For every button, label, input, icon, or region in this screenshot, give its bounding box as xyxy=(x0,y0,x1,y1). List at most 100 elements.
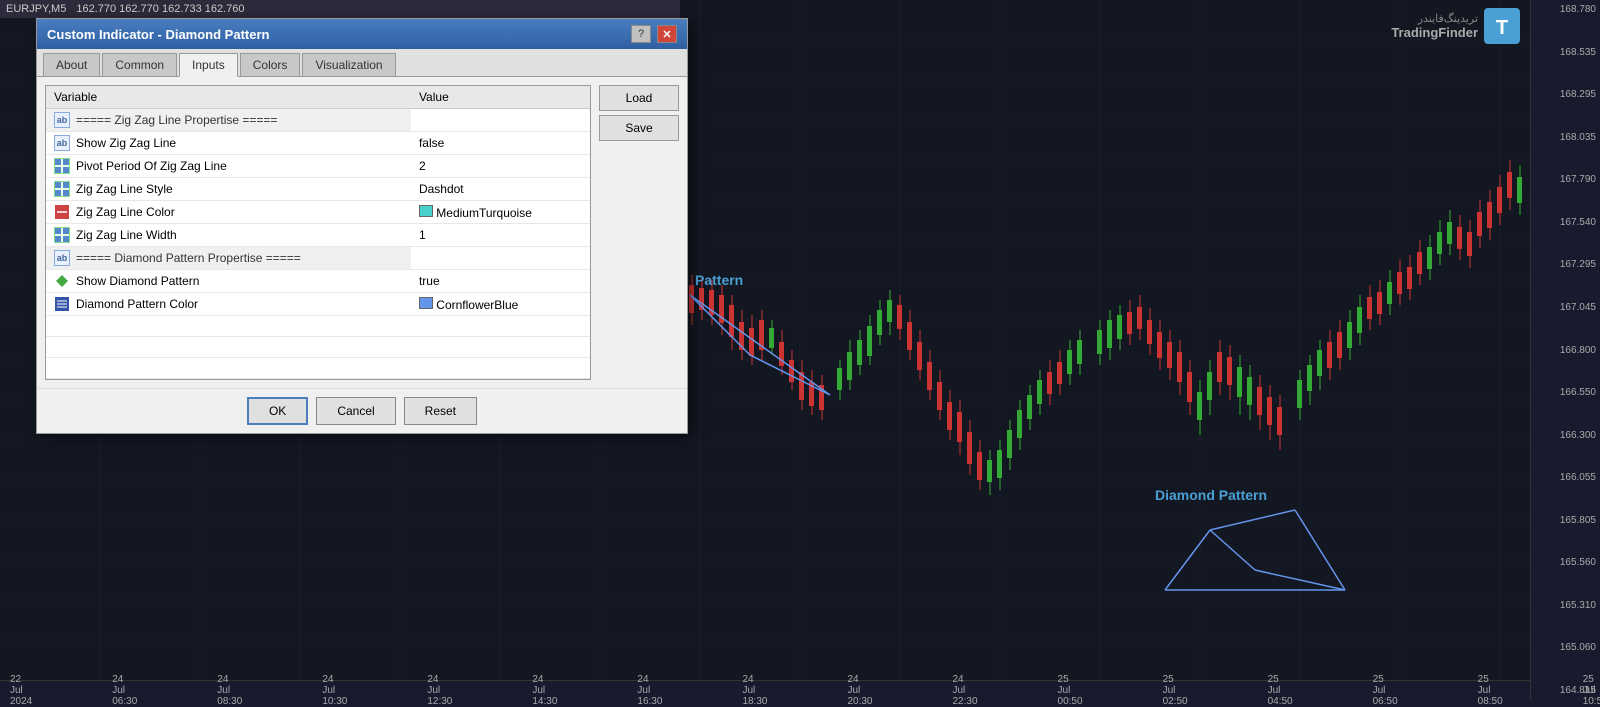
table-row-empty xyxy=(46,337,590,358)
row-variable: Zig Zag Line Style xyxy=(46,178,411,200)
row-variable: Zig Zag Line Width xyxy=(46,224,411,246)
col-value: Value xyxy=(411,86,590,109)
row-value[interactable]: 1 xyxy=(411,224,590,247)
time-label: 25 Jul 06:50 xyxy=(1373,674,1398,707)
time-label: 22 Jul 2024 xyxy=(10,674,32,707)
row-icon-ab: ab xyxy=(54,250,70,266)
row-value[interactable]: true xyxy=(411,270,590,293)
row-icon xyxy=(54,204,70,220)
time-label: 25 Jul 08:50 xyxy=(1478,674,1503,707)
row-icon: ab xyxy=(54,135,70,151)
row-label: Zig Zag Line Style xyxy=(76,182,173,196)
chart-title-bar: EURJPY,M5 162.770 162.770 162.733 162.76… xyxy=(0,0,680,18)
table-row[interactable]: Zig Zag Line Width 1 xyxy=(46,224,590,247)
params-table-area: Variable Value ab ===== Zig Zag Line Pro… xyxy=(45,85,591,380)
price-label: 165.560 xyxy=(1535,557,1596,568)
reset-button[interactable]: Reset xyxy=(404,397,477,425)
price-label: 166.800 xyxy=(1535,345,1596,356)
table-row[interactable]: ab Show Zig Zag Line false xyxy=(46,132,590,155)
table-row[interactable]: Diamond Pattern Color CornflowerBlue xyxy=(46,293,590,316)
row-icon xyxy=(54,158,70,174)
time-label: 25 Jul 04:50 xyxy=(1268,674,1293,707)
logo-english: TradingFinder xyxy=(1391,25,1478,40)
help-button[interactable]: ? xyxy=(631,25,651,43)
price-label: 166.550 xyxy=(1535,387,1596,398)
tab-about[interactable]: About xyxy=(43,53,100,76)
dialog-tabs: About Common Inputs Colors Visualization xyxy=(37,49,687,77)
row-value[interactable]: MediumTurquoise xyxy=(411,201,590,224)
time-label: 24 Jul 12:30 xyxy=(427,674,452,707)
logo-arabic: تریدینگ‌فایندر xyxy=(1391,12,1478,25)
price-axis: 168.780 168.535 168.295 168.035 167.790 … xyxy=(1530,0,1600,700)
row-label: Zig Zag Line Color xyxy=(76,205,175,219)
row-value[interactable]: false xyxy=(411,132,590,155)
price-label: 166.055 xyxy=(1535,472,1596,483)
color-name: MediumTurquoise xyxy=(436,206,532,220)
price-label: 165.060 xyxy=(1535,642,1596,653)
table-header-row: Variable Value xyxy=(46,86,590,109)
save-button[interactable]: Save xyxy=(599,115,679,141)
price-label: 166.300 xyxy=(1535,430,1596,441)
row-icon xyxy=(54,227,70,243)
tab-colors[interactable]: Colors xyxy=(240,53,301,76)
row-label: Diamond Pattern Color xyxy=(76,297,198,311)
row-variable: Diamond Pattern Color xyxy=(46,293,411,315)
row-value[interactable]: Dashdot xyxy=(411,178,590,201)
row-icon xyxy=(54,181,70,197)
logo-area: تریدینگ‌فایندر TradingFinder T xyxy=(1391,8,1520,44)
row-label: Show Zig Zag Line xyxy=(76,136,176,150)
svg-text:Pattern: Pattern xyxy=(695,272,743,288)
time-label: 24 Jul 10:30 xyxy=(322,674,347,707)
price-label: 167.790 xyxy=(1535,174,1596,185)
logo-icon: T xyxy=(1484,8,1520,44)
time-axis: 22 Jul 2024 24 Jul 06:30 24 Jul 08:30 24… xyxy=(0,680,1530,700)
time-label: 24 Jul 08:30 xyxy=(217,674,242,707)
table-row-empty xyxy=(46,316,590,337)
price-label: 168.035 xyxy=(1535,132,1596,143)
load-button[interactable]: Load xyxy=(599,85,679,111)
time-label: 24 Jul 16:30 xyxy=(637,674,662,707)
section-label: ab ===== Zig Zag Line Propertise ===== xyxy=(46,109,411,131)
chart-symbol: EURJPY,M5 xyxy=(6,3,66,15)
tab-visualization[interactable]: Visualization xyxy=(302,53,395,76)
price-label: 168.780 xyxy=(1535,4,1596,15)
row-label: Show Diamond Pattern xyxy=(76,274,199,288)
color-swatch-turquoise[interactable] xyxy=(419,205,433,217)
time-label: 24 Jul 14:30 xyxy=(532,674,557,707)
cancel-button[interactable]: Cancel xyxy=(316,397,395,425)
table-row: ab ===== Zig Zag Line Propertise ===== xyxy=(46,109,590,132)
time-label: 25 Jul 00:50 xyxy=(1058,674,1083,707)
dialog-titlebar: Custom Indicator - Diamond Pattern ? ✕ xyxy=(37,19,687,49)
section-label: ab ===== Diamond Pattern Propertise ====… xyxy=(46,247,411,269)
table-row-empty xyxy=(46,358,590,379)
price-label: 165.310 xyxy=(1535,600,1596,611)
table-row: ab ===== Diamond Pattern Propertise ====… xyxy=(46,247,590,270)
col-variable: Variable xyxy=(46,86,411,109)
row-icon xyxy=(54,296,70,312)
table-row[interactable]: Pivot Period Of Zig Zag Line 2 xyxy=(46,155,590,178)
ok-button[interactable]: OK xyxy=(247,397,308,425)
section-text: ===== Zig Zag Line Propertise ===== xyxy=(76,113,277,127)
row-label: Zig Zag Line Width xyxy=(76,228,177,242)
color-name: CornflowerBlue xyxy=(436,298,518,312)
tab-common[interactable]: Common xyxy=(102,53,177,76)
svg-text:T: T xyxy=(1496,17,1508,39)
dialog-content: Variable Value ab ===== Zig Zag Line Pro… xyxy=(37,77,687,388)
time-label: 24 Jul 20:30 xyxy=(847,674,872,707)
row-value[interactable]: CornflowerBlue xyxy=(411,293,590,316)
close-button[interactable]: ✕ xyxy=(657,25,677,43)
color-swatch-blue[interactable] xyxy=(419,297,433,309)
dialog-controls: ? ✕ xyxy=(631,25,677,43)
row-icon-ab: ab xyxy=(54,112,70,128)
dialog-footer: OK Cancel Reset xyxy=(37,388,687,433)
table-row[interactable]: Show Diamond Pattern true xyxy=(46,270,590,293)
row-variable: Show Diamond Pattern xyxy=(46,270,411,292)
table-row[interactable]: Zig Zag Line Style Dashdot xyxy=(46,178,590,201)
table-row[interactable]: Zig Zag Line Color MediumTurquoise xyxy=(46,201,590,224)
tab-inputs[interactable]: Inputs xyxy=(179,53,238,77)
row-variable: Pivot Period Of Zig Zag Line xyxy=(46,155,411,177)
price-label: 167.045 xyxy=(1535,302,1596,313)
price-label: 167.540 xyxy=(1535,217,1596,228)
price-label: 167.295 xyxy=(1535,259,1596,270)
row-value[interactable]: 2 xyxy=(411,155,590,178)
